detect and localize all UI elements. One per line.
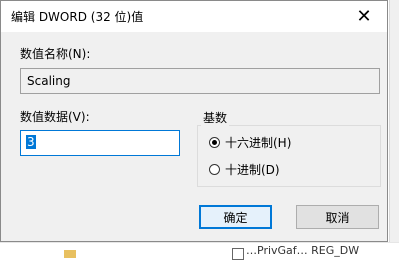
background-row-text: …PrivGaf… REG_DW <box>246 244 360 257</box>
value-data-input[interactable]: 3 <box>20 130 180 156</box>
close-icon[interactable]: ✕ <box>341 1 387 32</box>
folder-icon <box>64 250 76 258</box>
registry-value-icon <box>232 248 244 260</box>
radio-decimal[interactable]: 十进制(D) <box>209 161 280 178</box>
ok-button[interactable]: 确定 <box>199 205 272 229</box>
title-bar[interactable]: 编辑 DWORD (32 位)值 ✕ <box>1 1 387 32</box>
edit-dword-dialog: 编辑 DWORD (32 位)值 ✕ 数值名称(N): Scaling 数值数据… <box>0 0 388 242</box>
value-name-field: Scaling <box>20 68 380 94</box>
background-scroll-area <box>389 0 399 258</box>
radio-hexadecimal-label: 十六进制(H) <box>225 136 292 150</box>
radio-decimal-label: 十进制(D) <box>225 163 280 177</box>
radio-selected-icon <box>209 137 220 148</box>
value-data-label: 数值数据(V): <box>20 110 90 124</box>
dialog-title: 编辑 DWORD (32 位)值 <box>11 10 144 24</box>
value-name-label: 数值名称(N): <box>20 47 91 61</box>
radio-hexadecimal[interactable]: 十六进制(H) <box>209 134 291 151</box>
base-group-label: 基数 <box>201 109 230 126</box>
cancel-button[interactable]: 取消 <box>296 205 379 229</box>
value-data-text: 3 <box>26 135 36 149</box>
radio-unselected-icon <box>209 164 220 175</box>
